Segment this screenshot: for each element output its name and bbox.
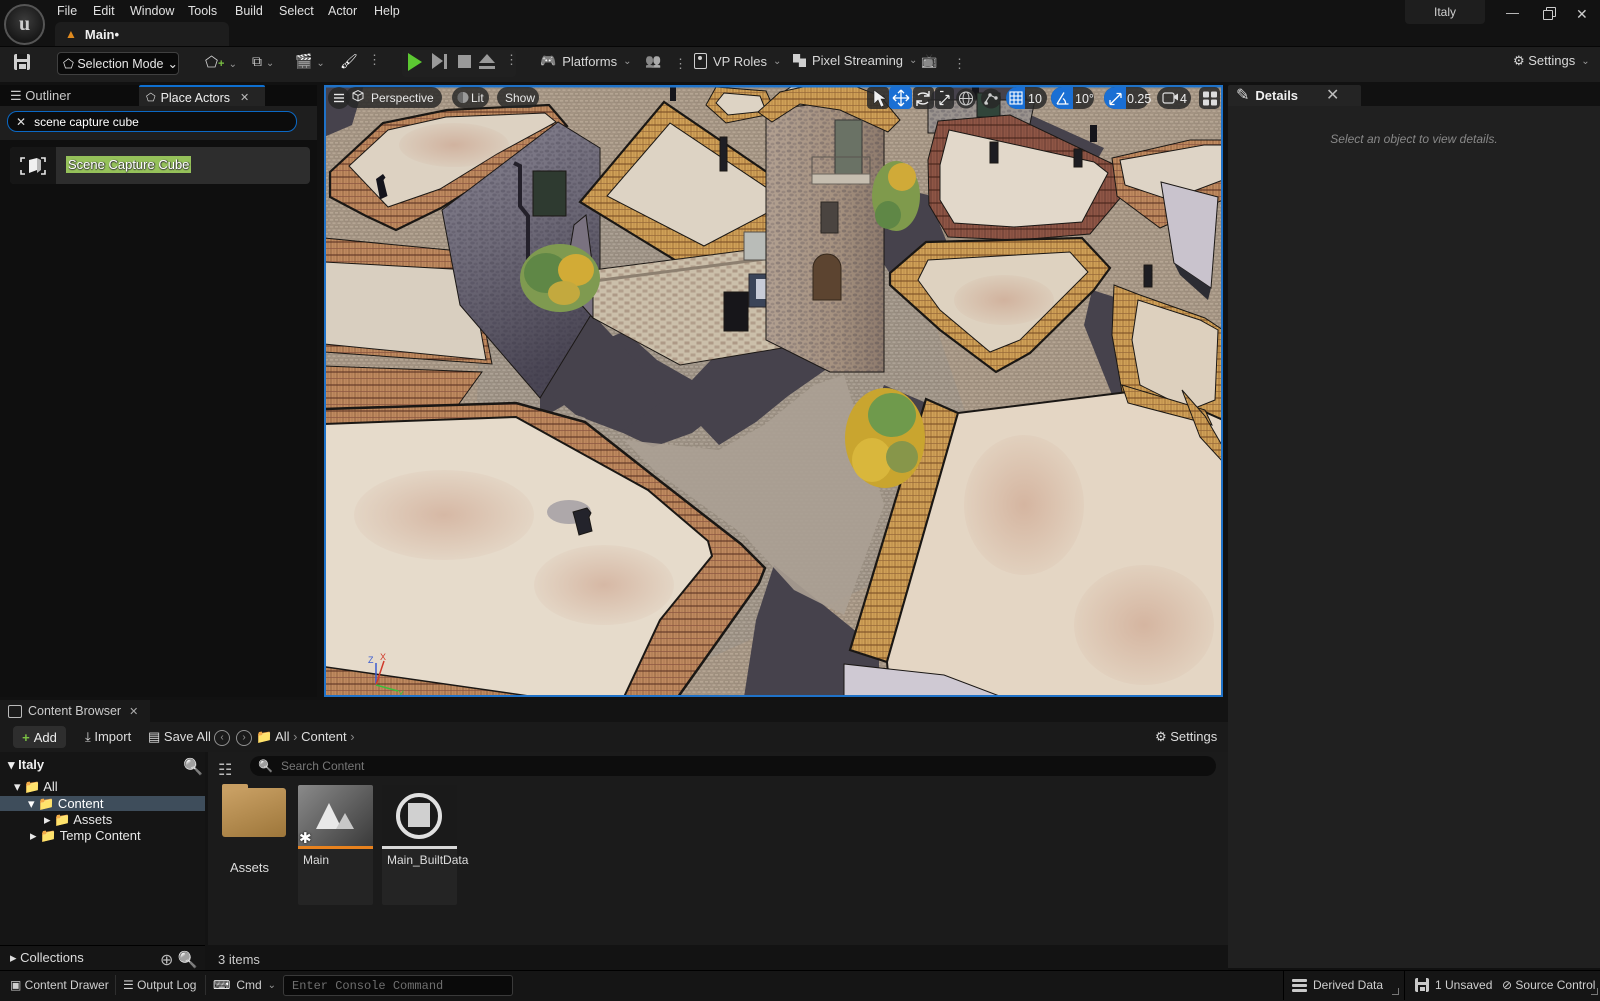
svg-text:Show: Show <box>505 91 535 105</box>
svg-text:Lit: Lit <box>471 91 484 105</box>
svg-text:X: X <box>380 652 386 662</box>
svg-text:Perspective: Perspective <box>371 91 434 105</box>
svg-text:0.25: 0.25 <box>1127 92 1151 106</box>
svg-text:4: 4 <box>1180 92 1187 106</box>
svg-text:Z: Z <box>368 655 374 665</box>
svg-text:10: 10 <box>1028 92 1042 106</box>
svg-text:10°: 10° <box>1075 92 1094 106</box>
